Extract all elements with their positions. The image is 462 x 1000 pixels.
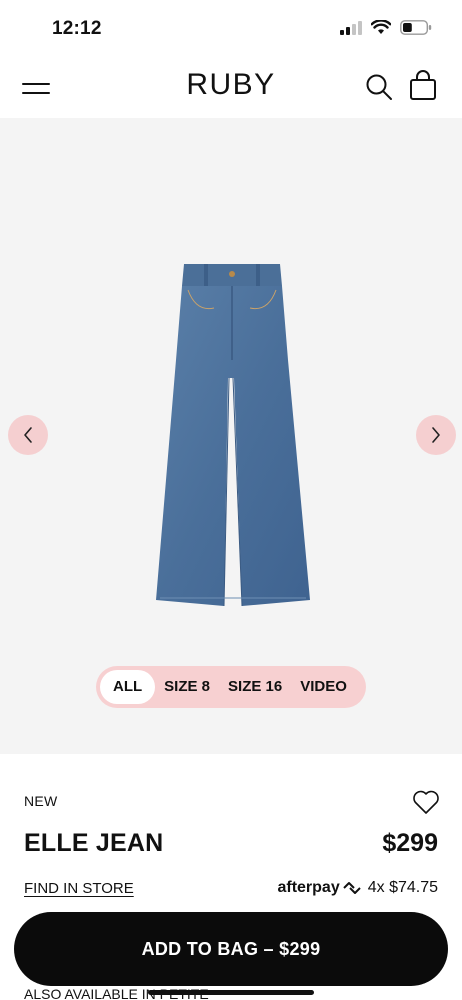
media-filter: ALL SIZE 8 SIZE 16 VIDEO	[96, 666, 366, 708]
filter-size-8[interactable]: SIZE 8	[155, 670, 219, 704]
afterpay-logo: afterpay	[277, 879, 361, 897]
afterpay-installments: 4x $74.75	[367, 879, 438, 896]
afterpay-info[interactable]: afterpay 4x $74.75	[277, 879, 438, 897]
product-price: $299	[382, 829, 438, 857]
product-gallery[interactable]: ALL SIZE 8 SIZE 16 VIDEO	[0, 118, 462, 754]
chevron-left-icon	[24, 427, 32, 443]
filter-video[interactable]: VIDEO	[291, 670, 356, 704]
afterpay-arrows-icon	[343, 882, 361, 894]
new-badge: NEW	[24, 793, 58, 809]
search-icon[interactable]	[364, 72, 394, 102]
find-in-store-link[interactable]: FIND IN STORE	[24, 880, 134, 897]
status-time: 12:12	[52, 18, 102, 39]
status-icons	[340, 20, 432, 35]
filter-all[interactable]: ALL	[100, 670, 156, 704]
signal-icon	[340, 20, 362, 35]
bag-icon[interactable]	[408, 70, 438, 102]
add-to-bag-button[interactable]: ADD TO BAG – $299	[14, 912, 448, 986]
chevron-right-icon	[432, 427, 440, 443]
home-indicator	[148, 990, 314, 995]
afterpay-logo-text: afterpay	[277, 879, 340, 896]
filter-size-16[interactable]: SIZE 16	[219, 670, 291, 704]
wifi-icon	[371, 20, 391, 34]
heart-icon[interactable]	[412, 789, 440, 815]
status-bar: 12:12	[0, 0, 462, 58]
product-name: ELLE JEAN	[24, 829, 164, 857]
product-image[interactable]	[148, 260, 318, 610]
next-image-button[interactable]	[416, 415, 456, 455]
header: RUBY	[0, 58, 462, 118]
previous-image-button[interactable]	[8, 415, 48, 455]
battery-icon	[400, 20, 432, 35]
